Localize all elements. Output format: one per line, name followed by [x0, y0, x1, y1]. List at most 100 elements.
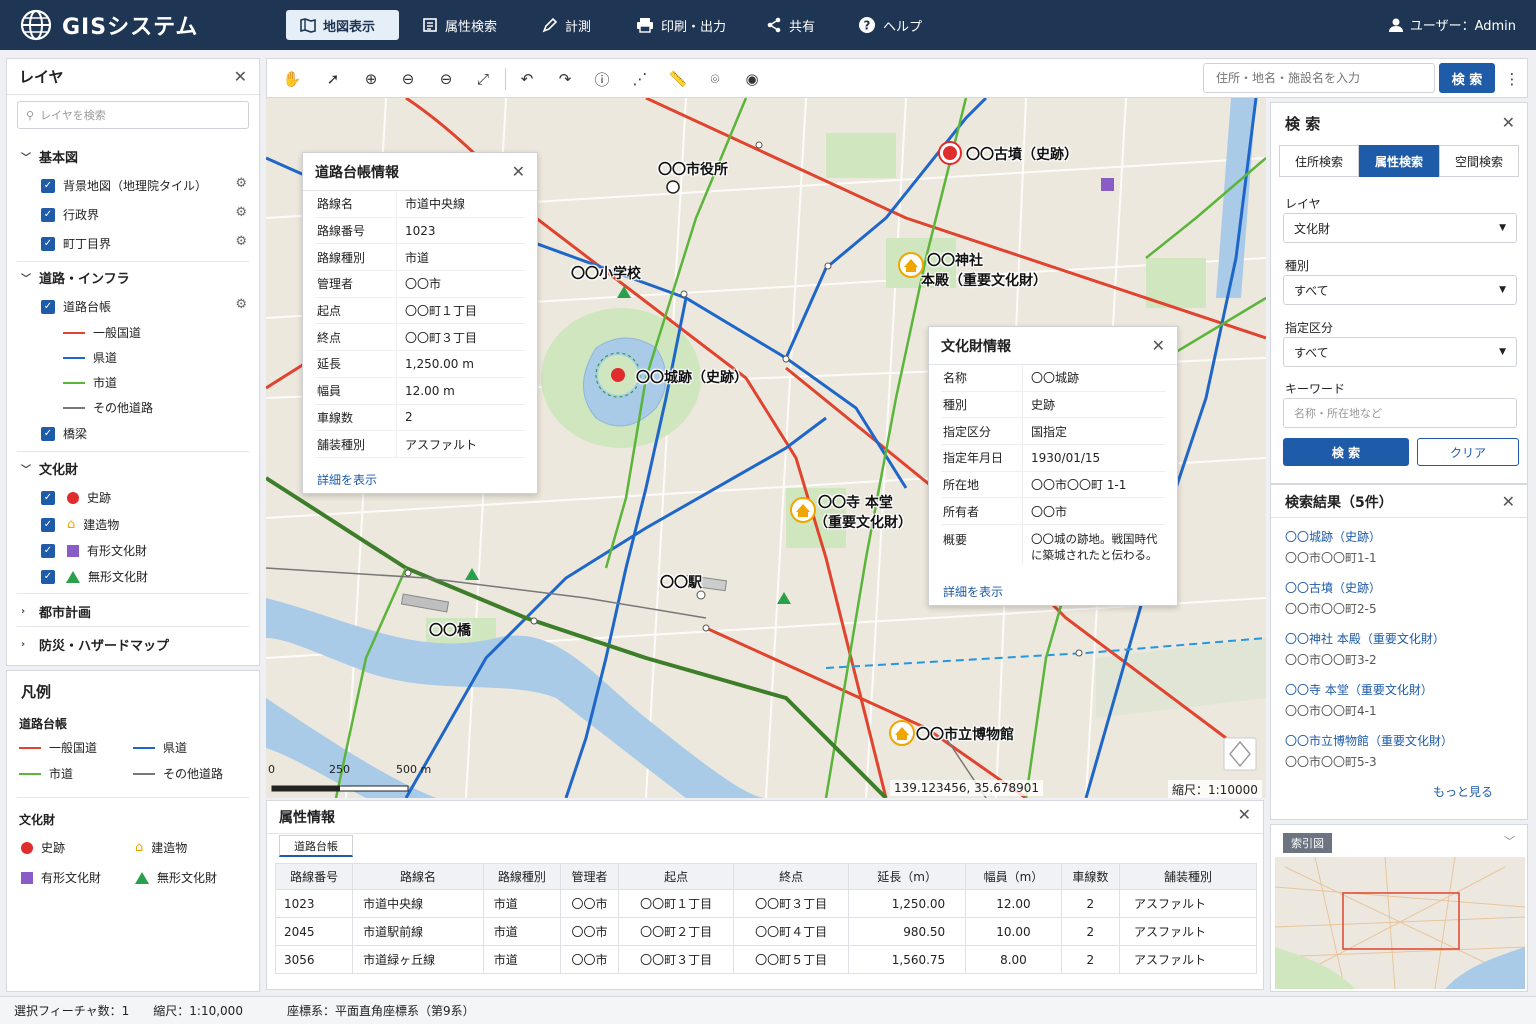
ruler-icon[interactable]: 📏 [665, 66, 691, 92]
undo-icon[interactable]: ↶ [514, 66, 540, 92]
column-header[interactable]: 起点 [618, 863, 735, 890]
nav-map-view[interactable]: 地図表示 [286, 10, 399, 40]
table-row[interactable]: 1023 市道中央線 市道 〇〇市 〇〇町１丁目 〇〇町３丁目 1,250.00… [274, 889, 1258, 918]
road-popup-details-link[interactable]: 詳細を表示 [317, 471, 377, 488]
nav-attribute-search[interactable]: 属性検索 [408, 10, 511, 40]
checkbox-checked-icon[interactable]: ✓ [41, 299, 55, 314]
tab-road-ledger[interactable]: 道路台帳 [279, 835, 353, 857]
layer-item-building[interactable]: ✓ ⌂ 建造物 [41, 516, 119, 533]
checkbox-checked-icon[interactable]: ✓ [41, 490, 55, 505]
layer-group-urban[interactable]: › 都市計画 [21, 602, 91, 621]
full-extent-icon[interactable]: ⤢ [470, 66, 496, 92]
nav-help[interactable]: ? ヘルプ [844, 10, 936, 40]
close-icon[interactable]: ✕ [1238, 805, 1251, 824]
nav-share[interactable]: 共有 [752, 10, 829, 40]
zoom-previous-icon[interactable]: ⊖ [433, 66, 459, 92]
more-results-link[interactable]: もっと見る [1433, 783, 1493, 800]
layer-item-tangible[interactable]: ✓ 有形文化財 [41, 542, 147, 559]
checkbox-checked-icon[interactable]: ✓ [41, 207, 55, 222]
chevron-down-icon[interactable]: ﹀ [1504, 833, 1515, 849]
layer-group-road[interactable]: ﹀ 道路・インフラ [21, 268, 130, 287]
layer-item-road-ledger[interactable]: ✓ 道路台帳 [41, 298, 111, 315]
measure-distance-icon[interactable]: ⋰ [627, 66, 653, 92]
column-header[interactable]: 路線名 [352, 863, 484, 890]
layer-item-admin-boundary[interactable]: ✓ 行政界 [41, 206, 99, 223]
layer-item-town-boundary[interactable]: ✓ 町丁目界 [41, 235, 111, 252]
checkbox-checked-icon[interactable]: ✓ [41, 517, 55, 532]
checkbox-checked-icon[interactable]: ✓ [41, 569, 55, 584]
table-row[interactable]: 2045 市道駅前線 市道 〇〇市 〇〇町２丁目 〇〇町４丁目 980.50 1… [274, 917, 1258, 946]
checkbox-checked-icon[interactable]: ✓ [41, 426, 55, 441]
result-name[interactable]: 〇〇市立博物館（重要文化財） [1285, 732, 1453, 749]
gear-icon[interactable]: ⚙ [235, 234, 247, 249]
column-header[interactable]: 管理者 [559, 863, 620, 890]
close-icon[interactable]: ✕ [1152, 336, 1165, 355]
nav-measure[interactable]: 計測 [528, 10, 605, 40]
result-item[interactable]: 〇〇古墳（史跡） 〇〇市〇〇町2-5 [1285, 579, 1381, 617]
location-icon[interactable]: ◉ [739, 66, 765, 92]
close-icon[interactable]: ✕ [1502, 113, 1515, 132]
result-item[interactable]: 〇〇寺 本堂（重要文化財） 〇〇市〇〇町4-1 [1285, 681, 1433, 719]
layer-select[interactable]: 文化財 ▼ [1283, 213, 1517, 243]
type-select[interactable]: すべて ▼ [1283, 275, 1517, 305]
layer-item-intangible[interactable]: ✓ 無形文化財 [41, 568, 148, 585]
designation-select[interactable]: すべて ▼ [1283, 337, 1517, 367]
result-item[interactable]: 〇〇神社 本殿（重要文化財） 〇〇市〇〇町3-2 [1285, 630, 1445, 668]
result-name[interactable]: 〇〇城跡（史跡） [1285, 528, 1381, 545]
layer-item-site[interactable]: ✓ 史跡 [41, 489, 111, 506]
map-label-city-hall[interactable]: 〇〇市役所 [658, 159, 728, 179]
gear-icon[interactable]: ⚙ [235, 205, 247, 220]
search-button[interactable]: 検 索 [1283, 438, 1409, 466]
map-label-station[interactable]: 〇〇駅 [660, 572, 702, 592]
column-header[interactable]: 延長（m） [848, 863, 967, 890]
column-header[interactable]: 幅員（m） [965, 863, 1062, 890]
column-header[interactable]: 路線種別 [482, 863, 561, 890]
pan-hand-icon[interactable]: ✋ [279, 66, 305, 92]
index-map-canvas[interactable] [1275, 857, 1525, 989]
map-label-museum[interactable]: 〇〇市立博物館 [916, 724, 1014, 744]
user-menu[interactable]: ユーザー：Admin [1388, 15, 1516, 34]
zoom-in-icon[interactable]: ⊕ [358, 66, 384, 92]
layer-group-culture[interactable]: ﹀ 文化財 [21, 459, 78, 478]
tab-spatial-search[interactable]: 空間検索 [1439, 145, 1519, 177]
tab-address-search[interactable]: 住所検索 [1279, 145, 1359, 177]
layer-item-bridge[interactable]: ✓ 橋梁 [41, 425, 87, 442]
column-header[interactable]: 路線番号 [274, 863, 354, 890]
map-label-bridge[interactable]: 〇〇橋 [429, 620, 471, 640]
layer-group-disaster[interactable]: › 防災・ハザードマップ [21, 635, 169, 654]
layer-group-base[interactable]: ﹀ 基本図 [21, 147, 78, 166]
tab-attribute-search[interactable]: 属性検索 [1359, 145, 1439, 177]
column-header[interactable]: 舗装種別 [1118, 863, 1258, 890]
info-icon[interactable]: ⓘ [589, 66, 615, 92]
address-search-input[interactable] [1203, 63, 1435, 93]
address-search-button[interactable]: 検 索 [1439, 63, 1495, 93]
checkbox-checked-icon[interactable]: ✓ [41, 178, 55, 193]
column-header[interactable]: 終点 [733, 863, 850, 890]
zoom-out-icon[interactable]: ⊖ [395, 66, 421, 92]
app-logo[interactable]: GISシステム [20, 9, 198, 41]
close-icon[interactable]: ✕ [234, 67, 247, 86]
result-item[interactable]: 〇〇市立博物館（重要文化財） 〇〇市〇〇町5-3 [1285, 732, 1453, 770]
map-label-temple-sub[interactable]: （重要文化財） [814, 512, 912, 532]
close-icon[interactable]: ✕ [512, 162, 525, 181]
result-item[interactable]: 〇〇城跡（史跡） 〇〇市〇〇町1-1 [1285, 528, 1381, 566]
checkbox-checked-icon[interactable]: ✓ [41, 236, 55, 251]
keyword-input[interactable]: 名称・所在地など [1283, 398, 1517, 428]
result-name[interactable]: 〇〇寺 本堂（重要文化財） [1285, 681, 1433, 698]
column-header[interactable]: 車線数 [1060, 863, 1120, 890]
map-label-temple[interactable]: 〇〇寺 本堂 [818, 492, 893, 512]
select-pointer-icon[interactable]: ➚ [320, 66, 346, 92]
map-label-school[interactable]: 〇〇小学校 [571, 263, 641, 283]
more-vertical-icon[interactable]: ⋮ [1499, 66, 1525, 92]
map-canvas[interactable]: 〇〇市役所 〇〇古墳（史跡） 〇〇神社 本殿（重要文化財） 〇〇小学校 〇〇城跡… [266, 98, 1266, 798]
map-label-shrine[interactable]: 〇〇神社 [927, 250, 983, 270]
table-row[interactable]: 3056 市道緑ヶ丘線 市道 〇〇市 〇〇町３丁目 〇〇町５丁目 1,560.7… [274, 945, 1258, 974]
checkbox-checked-icon[interactable]: ✓ [41, 543, 55, 558]
layer-item-background[interactable]: ✓ 背景地図（地理院タイル） [41, 177, 207, 194]
clear-button[interactable]: クリア [1417, 438, 1519, 466]
map-label-shrine-sub[interactable]: 本殿（重要文化財） [921, 270, 1047, 290]
redo-icon[interactable]: ↷ [552, 66, 578, 92]
layer-search-input[interactable]: ⚲ レイヤを検索 [17, 101, 249, 129]
gear-icon[interactable]: ⚙ [235, 176, 247, 191]
result-name[interactable]: 〇〇神社 本殿（重要文化財） [1285, 630, 1445, 647]
